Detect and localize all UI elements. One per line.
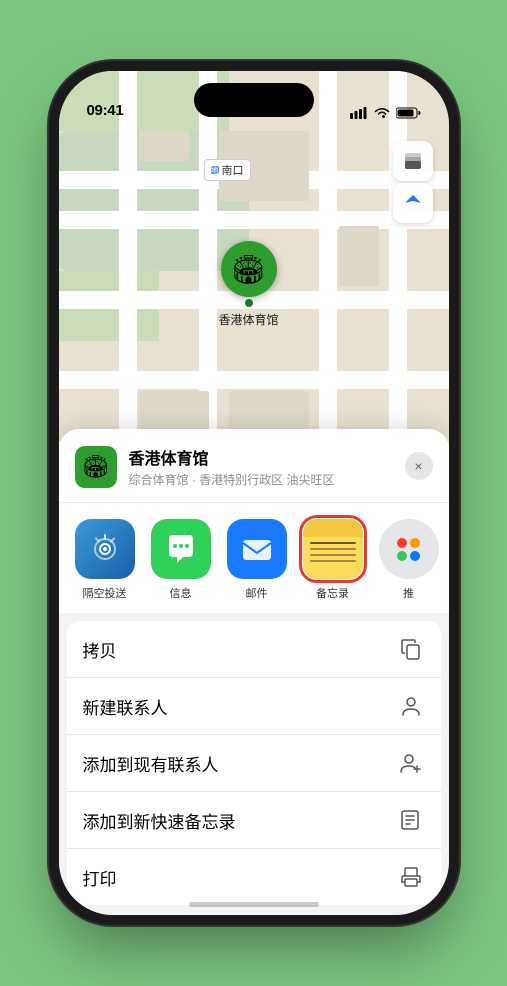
new-contact-label: 新建联系人: [83, 694, 168, 719]
map-location-label: 地 南口: [204, 159, 251, 181]
dot-green: [397, 551, 407, 561]
venue-info: 香港体育馆 综合体育馆 · 香港特别行政区 油尖旺区: [129, 445, 433, 488]
location-button[interactable]: [393, 183, 433, 223]
airdrop-icon: [75, 519, 135, 579]
action-list: 拷贝 新建联系人: [67, 621, 441, 905]
status-icons: [350, 107, 421, 119]
dot-red: [397, 538, 407, 548]
stadium-pin: 🏟 香港体育馆: [219, 241, 279, 328]
action-copy[interactable]: 拷贝: [67, 621, 441, 678]
wifi-icon: [374, 107, 390, 119]
pin-circle: 🏟: [221, 241, 277, 297]
action-new-contact[interactable]: 新建联系人: [67, 678, 441, 735]
share-item-mail[interactable]: 邮件: [223, 519, 291, 601]
notes-line-3: [310, 554, 356, 556]
more-label: 推: [403, 585, 414, 601]
action-add-note[interactable]: 添加到新快速备忘录: [67, 792, 441, 849]
layers-icon: [402, 150, 424, 172]
messages-icon: [151, 519, 211, 579]
notes-icon: [303, 519, 363, 579]
map-controls: [393, 141, 433, 223]
notes-line-2: [310, 548, 356, 550]
venue-subtitle: 综合体育馆 · 香港特别行政区 油尖旺区: [129, 471, 433, 488]
print-icon: [397, 863, 425, 891]
status-time: 09:41: [87, 102, 124, 119]
action-print[interactable]: 打印: [67, 849, 441, 905]
notes-label: 备忘录: [316, 585, 349, 601]
person-icon: [397, 692, 425, 720]
action-add-existing[interactable]: 添加到现有联系人: [67, 735, 441, 792]
more-dots: [385, 526, 432, 573]
mail-label: 邮件: [246, 585, 268, 601]
pin-stadium-icon: 🏟: [231, 253, 267, 286]
sheet-header: 🏟 香港体育馆 综合体育馆 · 香港特别行政区 油尖旺区 ×: [59, 429, 449, 503]
map-layers-button[interactable]: [393, 141, 433, 181]
copy-icon: [397, 635, 425, 663]
add-note-label: 添加到新快速备忘录: [83, 808, 236, 833]
bottom-sheet: 🏟 香港体育馆 综合体育馆 · 香港特别行政区 油尖旺区 ×: [59, 429, 449, 915]
messages-label: 信息: [170, 585, 192, 601]
mail-icon: [227, 519, 287, 579]
dot-blue: [410, 551, 420, 561]
share-item-more[interactable]: 推: [375, 519, 443, 601]
notes-lines: [303, 537, 363, 567]
home-indicator: [189, 902, 319, 907]
print-label: 打印: [83, 865, 117, 890]
close-button[interactable]: ×: [405, 452, 433, 480]
map-label-dot-icon: 地: [211, 166, 219, 174]
airdrop-label: 隔空投送: [83, 585, 127, 601]
pin-label: 香港体育馆: [219, 311, 279, 328]
copy-label: 拷贝: [83, 637, 117, 662]
mail-svg-icon: [239, 531, 275, 567]
notes-top-bar: [303, 519, 363, 537]
pin-dot: [245, 299, 253, 307]
signal-icon: [350, 107, 368, 119]
messages-svg-icon: [163, 531, 199, 567]
notes-line-1: [310, 542, 356, 544]
note-icon: [397, 806, 425, 834]
person-add-icon: [397, 749, 425, 777]
dynamic-island: [194, 83, 314, 117]
share-item-notes[interactable]: 备忘录: [299, 519, 367, 601]
dot-orange: [410, 538, 420, 548]
venue-icon: 🏟: [75, 446, 117, 488]
battery-icon: [396, 107, 421, 119]
map-label-text: 南口: [222, 162, 244, 178]
notes-line-4: [310, 560, 356, 562]
phone-frame: 09:41: [59, 71, 449, 915]
more-icon: [379, 519, 439, 579]
add-existing-label: 添加到现有联系人: [83, 751, 219, 776]
airdrop-svg-icon: [87, 531, 123, 567]
venue-name: 香港体育馆: [129, 445, 433, 469]
share-row: 隔空投送 信息: [59, 503, 449, 613]
share-item-messages[interactable]: 信息: [147, 519, 215, 601]
share-item-airdrop[interactable]: 隔空投送: [71, 519, 139, 601]
location-arrow-icon: [403, 193, 423, 213]
